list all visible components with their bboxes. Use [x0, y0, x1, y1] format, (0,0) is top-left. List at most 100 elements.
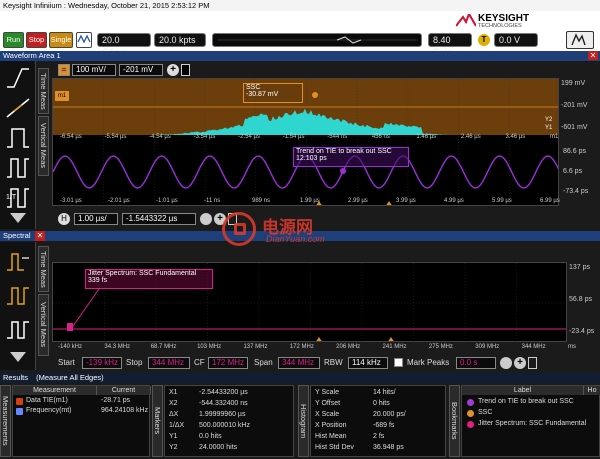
run-button[interactable]: Run	[3, 32, 24, 48]
horizontal-scale-input[interactable]: 1.00 µs/	[74, 213, 118, 225]
burst-width-icon[interactable]	[4, 316, 32, 342]
spectral-window-icon[interactable]	[528, 357, 537, 369]
trigger-badge[interactable]: T	[478, 34, 490, 46]
mark-peaks-checkbox[interactable]	[394, 358, 403, 367]
row-value[interactable]: -544.332400 ns	[199, 400, 248, 407]
stop-input[interactable]: 344 MHz	[148, 357, 190, 369]
x-marker-icon[interactable]	[385, 201, 393, 206]
rising-edge-icon[interactable]	[4, 65, 32, 91]
horizontal-badge[interactable]: H	[58, 213, 70, 225]
row-value[interactable]: 500.000010 kHz	[199, 422, 250, 429]
vertical-scale-input[interactable]: 100 mV/	[72, 64, 116, 76]
slope-measure-icon[interactable]	[4, 95, 32, 121]
row-value[interactable]: 36.948 ps	[373, 444, 404, 451]
peak-value-input[interactable]: 0.0 s	[456, 357, 496, 369]
top-axis-tick: 456 ns	[372, 134, 390, 140]
mid-axis-tick: 989 ns	[252, 198, 270, 204]
spectral-tab-time-meas[interactable]: Time Meas	[38, 246, 49, 292]
tab-histogram[interactable]: Histogram	[298, 385, 309, 457]
horizontal-offset-input[interactable]: -1.5443322 µs	[122, 213, 196, 225]
row-value[interactable]: 14 hits/	[373, 389, 396, 396]
trigger-level-display[interactable]: 0.0 V	[494, 33, 538, 47]
row-value[interactable]: 0 hits	[373, 400, 390, 407]
add-waveform-button[interactable]: +	[167, 64, 179, 76]
bookmark-label[interactable]: Jitter Spectrum: SSC Fundamental	[478, 420, 586, 427]
trend-annotation[interactable]: Trend on TIE to break out SSC 12.103 ps	[293, 147, 409, 167]
tab-time-meas[interactable]: Time Meas	[38, 68, 49, 114]
tab-bookmarks[interactable]: Bookmarks	[449, 385, 460, 457]
frequency-icon[interactable]: 1/T	[4, 185, 32, 211]
spectral-zoom-icon[interactable]	[500, 357, 512, 369]
top-axis-tick: -2.54 µs	[238, 134, 260, 140]
row-value[interactable]: -2.54433200 µs	[199, 389, 248, 396]
row-value[interactable]: -689 fs	[373, 422, 394, 429]
watermark-logo-icon	[222, 212, 256, 246]
spectral-x-marker-icon[interactable]	[315, 337, 323, 342]
measurement-name[interactable]: Data TIE(m1)	[26, 397, 68, 404]
row-key: Y1	[169, 433, 178, 440]
pulse-width-icon[interactable]	[4, 125, 32, 151]
tab-vertical-meas[interactable]: Vertical Meas	[38, 116, 49, 176]
row-value[interactable]: 0.0 hits	[199, 433, 222, 440]
single-button[interactable]: Single	[49, 32, 73, 48]
memory-depth-display[interactable]: 20.0 kpts	[154, 33, 206, 47]
spectral-axis-tick: 172 MHz	[290, 344, 314, 350]
row-key: Y Scale	[315, 389, 339, 396]
ssc-annotation[interactable]: SSC -30.87 mV	[243, 83, 303, 103]
row-value[interactable]: 20.000 ps/	[373, 411, 406, 418]
stop-button[interactable]: Stop	[26, 32, 47, 48]
top-axis-tick: -1.54 µs	[283, 134, 305, 140]
pulse-count-icon[interactable]	[4, 282, 32, 308]
results-title: Results	[3, 373, 28, 382]
spectral-axis-tick: 103 MHz	[197, 344, 221, 350]
trend-marker-icon[interactable]	[340, 168, 346, 174]
top-level-low: -601 mV	[561, 124, 587, 131]
measurement-value: 964.24108 kHz	[101, 407, 148, 414]
bookmark-label[interactable]: SSC	[478, 409, 492, 416]
zoom-icon[interactable]	[200, 213, 212, 225]
trigger-overview[interactable]	[212, 33, 422, 47]
bookmark-label[interactable]: Trend on TIE to break out SSC	[478, 398, 574, 405]
bookmarks-table: Label Ho Trend on TIE to break out SSC SS…	[461, 385, 600, 457]
mid-axis-tick: 3.99 µs	[396, 198, 416, 204]
channel-marker-m1[interactable]: m1	[55, 91, 69, 101]
spectral-screen[interactable]: Jitter Spectrum: SSC Fundamental 339 fs	[52, 262, 567, 342]
measurement-name[interactable]: Frequency(mt)	[26, 407, 72, 414]
edge-time-icon[interactable]	[4, 248, 32, 274]
channel-color-button[interactable]: ⚌	[58, 64, 70, 76]
start-label: Start	[58, 358, 75, 367]
spectral-close-icon[interactable]: ✕	[35, 231, 45, 241]
autoscale-button[interactable]	[76, 32, 92, 48]
period-icon[interactable]	[4, 155, 32, 181]
spectral-tab-vertical-meas[interactable]: Vertical Meas	[38, 294, 49, 356]
spectral-add-button[interactable]: +	[514, 357, 526, 369]
row-value[interactable]: 2 fs	[373, 433, 384, 440]
touch-toggle-button[interactable]	[566, 31, 594, 49]
row-value[interactable]: 24.0000 hits	[199, 444, 237, 451]
ssc-marker-icon[interactable]	[312, 92, 318, 98]
tab-measurements[interactable]: Measurements	[0, 385, 11, 457]
rbw-input[interactable]: 114 kHz	[348, 357, 388, 369]
col-ho: Ho	[584, 386, 600, 395]
vertical-offset-input[interactable]: -201 mV	[119, 64, 163, 76]
y1-marker[interactable]: Y1	[545, 125, 552, 131]
scroll-down-icon[interactable]	[4, 209, 32, 227]
watermark-sub: DianYuan.com	[266, 234, 325, 244]
spectrum-peak-marker[interactable]	[67, 323, 73, 331]
waveform-plot	[53, 79, 559, 206]
row-value[interactable]: 1.99999960 µs	[199, 411, 245, 418]
y2-marker[interactable]: Y2	[545, 117, 552, 123]
start-input[interactable]: -139 kHz	[82, 357, 122, 369]
sample-rate-display[interactable]: 20.0 GSa/s	[97, 33, 151, 47]
row-key: Y Offset	[315, 400, 340, 407]
waveform-area-close-icon[interactable]: ✕	[588, 51, 598, 60]
span-input[interactable]: 344 MHz	[278, 357, 320, 369]
tab-markers[interactable]: Markers	[152, 385, 163, 457]
window-toggle-icon[interactable]	[181, 64, 190, 76]
cf-input[interactable]: 172 MHz	[208, 357, 248, 369]
jitter-spectrum-annotation[interactable]: Jitter Spectrum: SSC Fundamental 339 fs	[85, 269, 213, 289]
bandwidth-display[interactable]: 8.40 GHz	[428, 33, 472, 47]
waveform-screen[interactable]: SSC -30.87 mV Trend on TIE to break out …	[52, 78, 559, 206]
spectral-scroll-down-icon[interactable]	[4, 348, 32, 366]
spectral-x-marker-icon[interactable]	[387, 337, 395, 342]
